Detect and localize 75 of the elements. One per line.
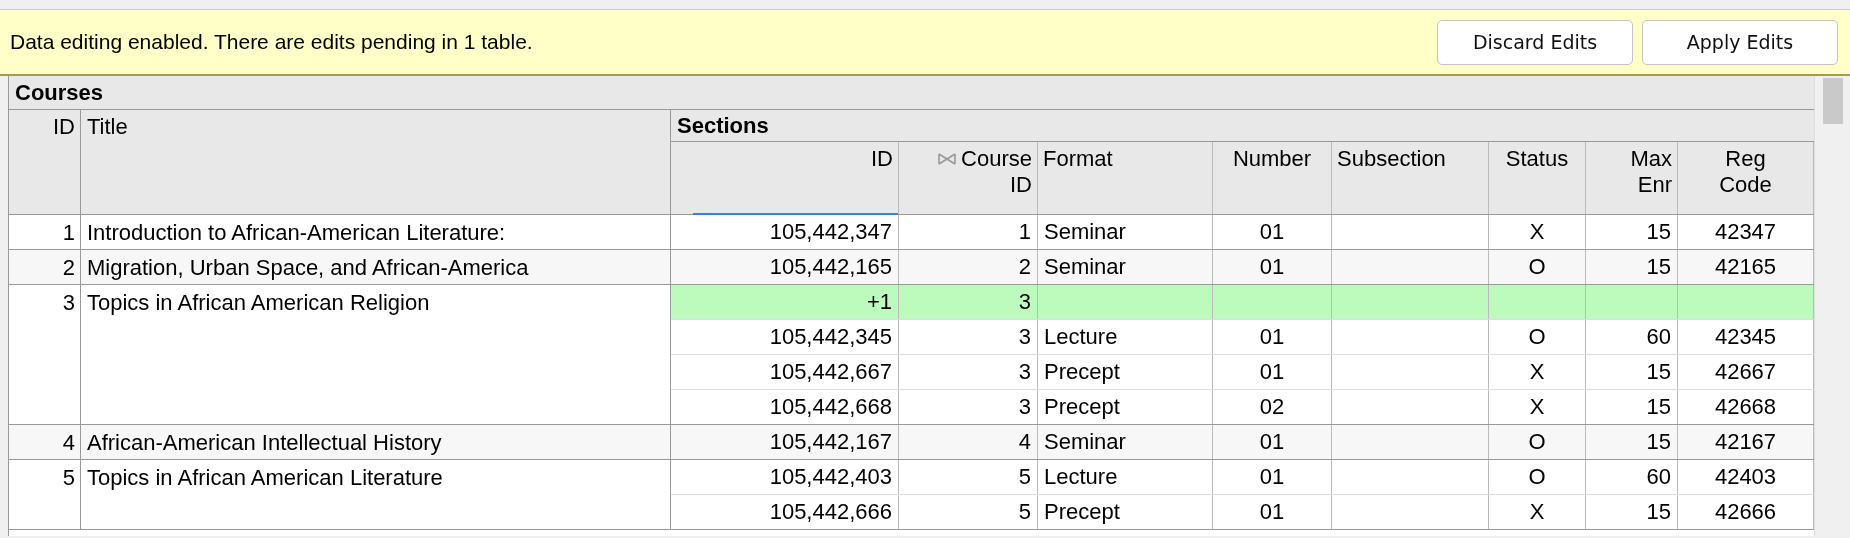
table-cell: 01 <box>1213 250 1332 284</box>
table-cell: 01 <box>1213 320 1332 354</box>
edit-button[interactable]: Discard Edits <box>1437 19 1633 65</box>
table-cell: 01 <box>1213 460 1332 494</box>
table-cell: 105,442,165 <box>671 250 899 284</box>
table-cell: 15 <box>1586 495 1678 529</box>
table-cell: X <box>1489 355 1586 389</box>
table-cell: 15 <box>1586 215 1678 249</box>
table-cell: 105,442,167 <box>671 425 899 459</box>
table-cell: Precept <box>1038 390 1213 424</box>
table-title: Courses <box>9 76 1814 110</box>
table-cell: Seminar <box>1038 215 1213 249</box>
table-cell: African-American Intellectual History <box>81 425 671 459</box>
column-header[interactable]: Title <box>81 110 671 214</box>
edit-button[interactable]: Apply Edits <box>1642 19 1838 65</box>
column-header[interactable]: Format <box>1038 142 1213 214</box>
table-cell: Migration, Urban Space, and African-America <box>81 250 671 284</box>
join-icon <box>937 152 958 166</box>
table-cell: 105,442,403 <box>671 460 899 494</box>
table-cell: 105,442,347 <box>671 215 899 249</box>
table-cell: 3 <box>899 320 1038 354</box>
table-cell: 105,442,668 <box>671 390 899 424</box>
table-cell: 3 <box>899 285 1038 319</box>
table-cell: 1 <box>899 215 1038 249</box>
table-cell: 15 <box>1586 355 1678 389</box>
table-cell: O <box>1489 425 1586 459</box>
table-cell: 15 <box>1586 390 1678 424</box>
table-cell: 60 <box>1586 320 1678 354</box>
table-cell: 5 <box>899 495 1038 529</box>
table-cell: 5 <box>899 460 1038 494</box>
table-cell: 4 <box>9 425 81 459</box>
table-cell: 5 <box>9 460 81 529</box>
column-header[interactable]: Subsection <box>1332 142 1489 214</box>
table-cell: 3 <box>9 285 81 424</box>
table-cell: Topics in African American Literature <box>81 460 671 529</box>
column-header[interactable]: Status <box>1489 142 1586 214</box>
table-cell: Lecture <box>1038 460 1213 494</box>
column-header[interactable]: Number <box>1213 142 1332 214</box>
table-cell: O <box>1489 460 1586 494</box>
table-cell: Lecture <box>1038 320 1213 354</box>
table-cell: 01 <box>1213 215 1332 249</box>
table-cell: 2 <box>9 250 81 284</box>
table-cell: Precept <box>1038 355 1213 389</box>
table-cell: 2 <box>899 250 1038 284</box>
table-cell: 3 <box>899 390 1038 424</box>
table-cell: X <box>1489 215 1586 249</box>
column-header[interactable]: ID <box>671 142 899 214</box>
table-cell: 01 <box>1213 355 1332 389</box>
table-cell: Seminar <box>1038 250 1213 284</box>
table-cell: 60 <box>1586 460 1678 494</box>
table-cell: 02 <box>1213 390 1332 424</box>
table-cell: 01 <box>1213 495 1332 529</box>
table-cell: O <box>1489 250 1586 284</box>
table-cell: 3 <box>899 355 1038 389</box>
notice-message: Data editing enabled. There are edits pending in 1 table. <box>10 30 533 54</box>
subtable-title: Sections <box>671 110 1814 142</box>
table-cell: +1 <box>671 285 899 319</box>
column-header[interactable]: Course ID <box>899 142 1038 214</box>
table-cell: 105,442,667 <box>671 355 899 389</box>
table-cell: X <box>1489 390 1586 424</box>
table-cell: Precept <box>1038 495 1213 529</box>
table-cell: 4 <box>899 425 1038 459</box>
table-cell: Seminar <box>1038 425 1213 459</box>
table-cell: 01 <box>1213 425 1332 459</box>
table-cell: 15 <box>1586 250 1678 284</box>
table-cell: 105,442,345 <box>671 320 899 354</box>
table-cell: Introduction to African-American Literature: <box>81 215 671 249</box>
column-header[interactable]: Max Enr <box>1586 142 1678 214</box>
table-cell: 105,442,666 <box>671 495 899 529</box>
column-header[interactable]: ID <box>9 110 81 214</box>
scrollbar-thumb[interactable] <box>1823 78 1843 124</box>
table-cell: 15 <box>1586 425 1678 459</box>
table-cell: O <box>1489 320 1586 354</box>
table-cell: 1 <box>9 215 81 249</box>
table-cell: X <box>1489 495 1586 529</box>
